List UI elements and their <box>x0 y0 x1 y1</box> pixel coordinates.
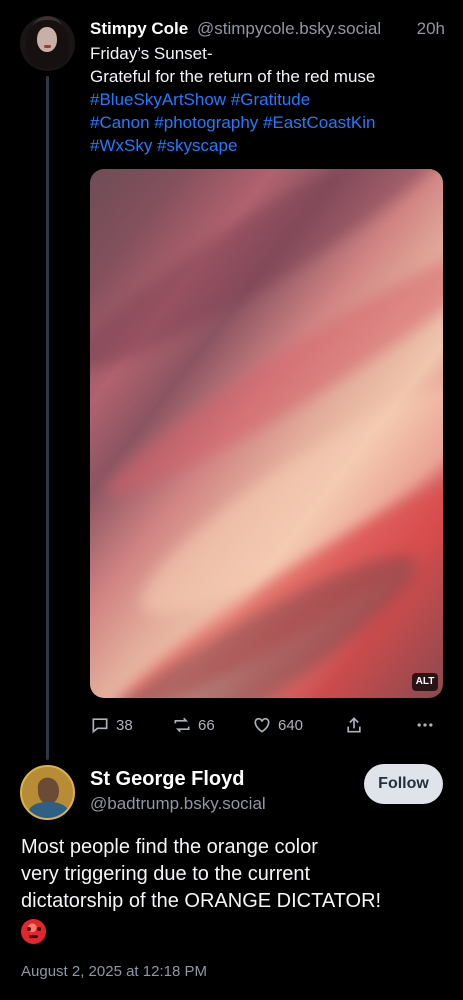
repost-button[interactable]: 66 <box>172 713 215 737</box>
share-button[interactable] <box>344 713 364 737</box>
thread-connector-line <box>46 76 49 760</box>
post-body: Friday’s Sunset- Grateful for the return… <box>90 42 445 157</box>
like-count: 640 <box>278 716 304 734</box>
focused-reply-post[interactable]: St George Floyd @badtrump.bsky.social Fo… <box>0 750 463 1000</box>
hashtag-link[interactable]: #EastCoastKin <box>263 113 375 132</box>
post-date[interactable]: August 2, 2025 at 12:18 PM <box>21 963 207 980</box>
hashtag-link[interactable]: #Canon <box>90 113 150 132</box>
author-handle[interactable]: @stimpycole.bsky.social <box>197 19 381 38</box>
author-handle[interactable]: @badtrump.bsky.social <box>90 793 266 815</box>
post-text-line: dictatorship of the ORANGE DICTATOR! <box>21 890 382 912</box>
hashtag-link[interactable]: #WxSky <box>90 136 152 155</box>
angry-face-icon <box>21 919 46 944</box>
reply-button[interactable]: 38 <box>90 713 133 737</box>
post-text-line: Friday’s Sunset- <box>90 44 213 63</box>
more-icon <box>417 723 433 727</box>
post-body: Most people find the orange color very t… <box>21 834 446 915</box>
post-header: Stimpy Cole @stimpycole.bsky.social 20h <box>90 18 445 40</box>
hashtag-line: #Canon #photography #EastCoastKin <box>90 111 445 134</box>
post-text-line: very triggering due to the current <box>21 863 311 885</box>
hashtag-line: #WxSky #skyscape <box>90 134 445 157</box>
sunset-photo[interactable] <box>90 169 443 698</box>
follow-button[interactable]: Follow <box>364 764 443 804</box>
repost-count: 66 <box>198 716 215 734</box>
author-name[interactable]: Stimpy Cole <box>90 19 188 38</box>
reply-icon <box>92 718 108 734</box>
hashtag-link[interactable]: #skyscape <box>157 136 237 155</box>
hashtag-link[interactable]: #photography <box>154 113 258 132</box>
like-button[interactable]: 640 <box>252 713 303 737</box>
hashtag-link[interactable]: #Gratitude <box>231 90 310 109</box>
hashtag-link[interactable]: #BlueSkyArtShow <box>90 90 226 109</box>
post-text-line: Most people find the orange color <box>21 836 318 858</box>
share-icon <box>347 717 361 733</box>
repost-icon <box>174 717 190 733</box>
reply-count: 38 <box>116 716 133 734</box>
post-time[interactable]: 20h <box>417 18 445 40</box>
post-text-line: Grateful for the return of the red muse <box>90 67 376 86</box>
like-icon <box>254 717 270 733</box>
author-avatar[interactable] <box>20 16 75 71</box>
author-name[interactable]: St George Floyd <box>90 767 244 792</box>
author-avatar[interactable] <box>20 765 75 820</box>
hashtag-line: #BlueSkyArtShow #Gratitude <box>90 88 445 111</box>
alt-text-button[interactable]: ALT <box>412 673 438 691</box>
more-options-button[interactable] <box>415 713 435 737</box>
parent-post[interactable]: Stimpy Cole @stimpycole.bsky.social 20h … <box>0 0 463 760</box>
post-actions: 38 66 640 <box>90 713 445 737</box>
